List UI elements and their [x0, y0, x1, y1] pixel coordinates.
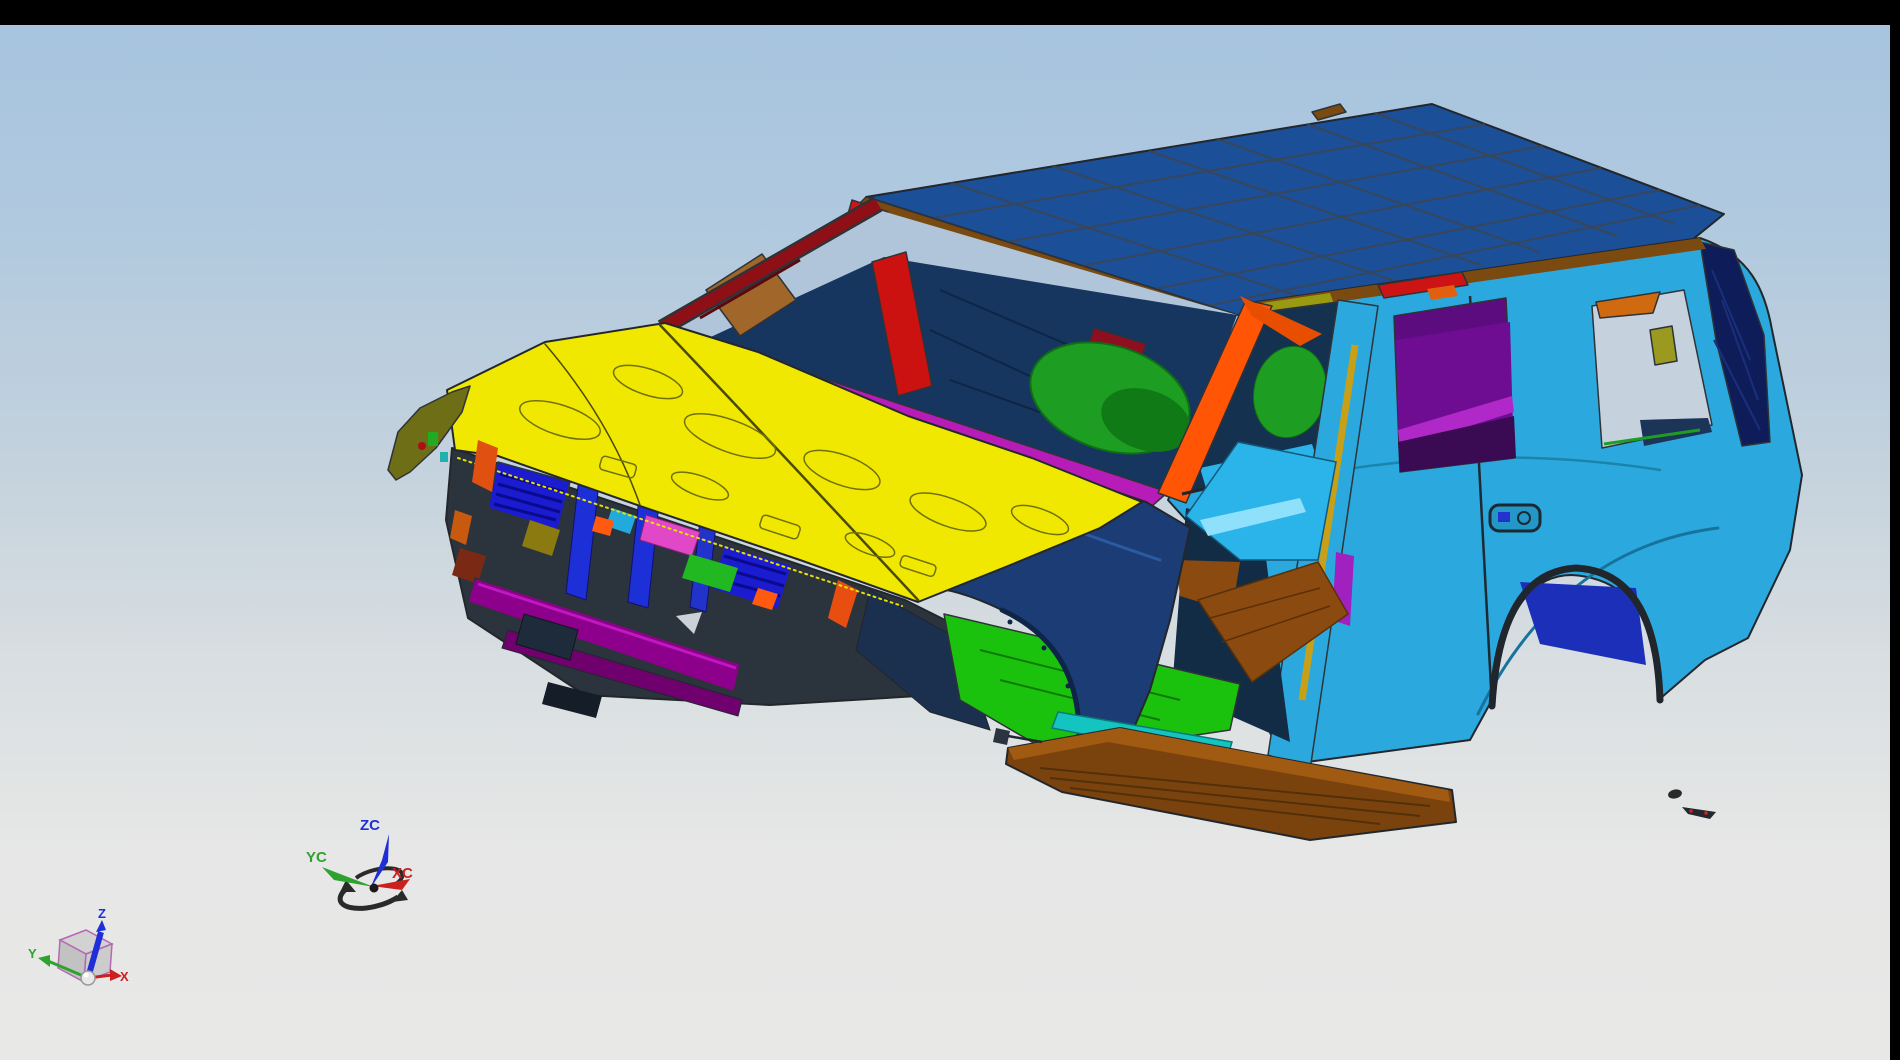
- loose-part-red-dot-1: [1689, 809, 1693, 813]
- blade-red-grommet: [418, 442, 426, 450]
- wcs-triad[interactable]: ZC YC XC: [306, 817, 413, 908]
- window-frame-right: [1890, 0, 1900, 1060]
- wcs-z-label: ZC: [360, 817, 380, 834]
- loose-part-small[interactable]: [1667, 788, 1683, 800]
- wcs-y-label: YC: [306, 849, 327, 866]
- jack-point-tab[interactable]: [993, 728, 1010, 745]
- datum-csys-triad[interactable]: Z Y X: [28, 906, 129, 985]
- quarter-window-olive-plate[interactable]: [1650, 326, 1677, 365]
- loose-part-sliver[interactable]: [1682, 807, 1716, 819]
- wcs-z-axis-arrow[interactable]: [370, 834, 389, 889]
- datum-y-arrowhead: [38, 955, 50, 967]
- loose-part-red-dot-2: [1704, 811, 1708, 815]
- blade-green-clip: [428, 432, 438, 446]
- window-frame-top: [0, 0, 1900, 25]
- wcs-origin-ball[interactable]: [370, 884, 379, 893]
- datum-z-arrowhead: [96, 920, 106, 932]
- roof-rear-tab[interactable]: [1312, 104, 1346, 120]
- datum-sphere-highlight: [84, 973, 89, 978]
- datum-y-label: Y: [28, 946, 37, 961]
- body-side-group[interactable]: [1158, 238, 1802, 770]
- door-handle-blue-insert: [1498, 512, 1510, 522]
- datum-x-label: X: [120, 969, 129, 984]
- cad-application-window: ZC YC XC Z Y X: [0, 0, 1900, 1060]
- wcs-x-label: XC: [392, 865, 413, 882]
- datum-origin-sphere[interactable]: [81, 971, 95, 985]
- datum-z-label: Z: [98, 906, 106, 921]
- blade-teal-clip: [440, 452, 448, 462]
- loose-parts[interactable]: [1667, 788, 1716, 819]
- viewport-canvas[interactable]: ZC YC XC Z Y X: [0, 25, 1890, 1060]
- car-body-model[interactable]: [388, 104, 1802, 840]
- door-handle-pocket[interactable]: [1490, 505, 1540, 531]
- wcs-handle-arrow-right: [392, 890, 408, 902]
